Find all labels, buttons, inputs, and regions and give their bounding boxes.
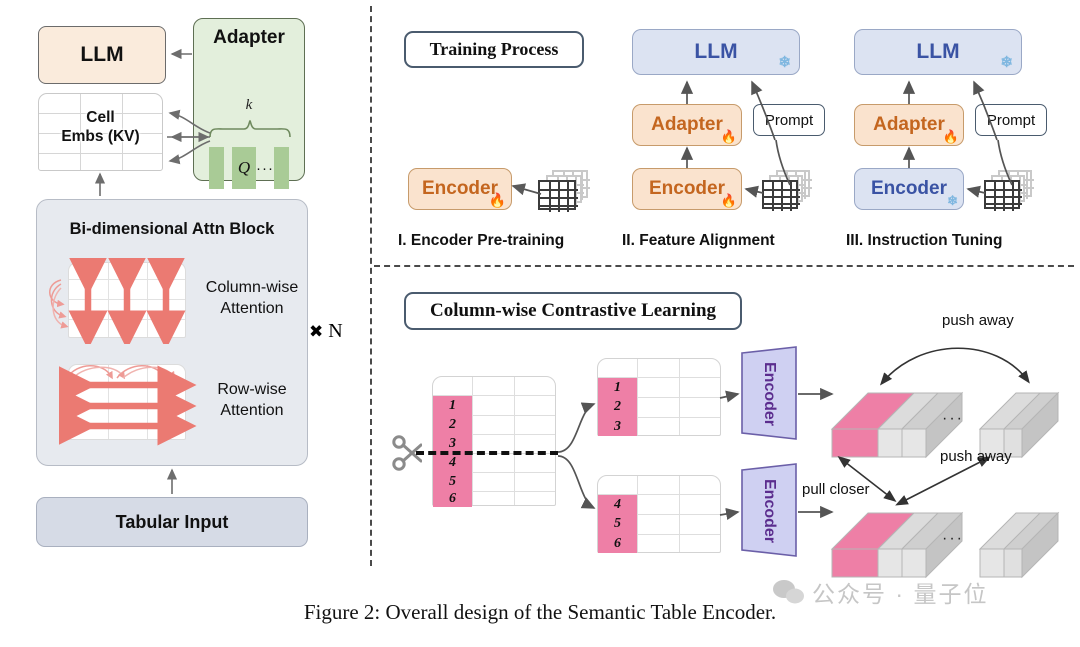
stage2-arrows [680, 80, 791, 198]
row-attention-arrows-icon [59, 365, 197, 446]
split-top-table: 1 2 3 [597, 358, 721, 436]
source-cell: 4 [433, 453, 472, 472]
source-table: 1 2 3 4 5 6 [432, 376, 556, 507]
training-process-title-label: Training Process [429, 39, 559, 59]
column-attention-arrows-icon [49, 258, 186, 344]
tabular-input-box: Tabular Input [36, 497, 308, 547]
bi-dimensional-attn-title: Bi-dimensional Attn Block [69, 220, 275, 238]
row-attention-label: Row-wise Attention [200, 380, 304, 422]
push-away-bottom-label: push away [940, 448, 1012, 465]
column-attention-label-line1: Column-wise [205, 279, 299, 296]
tabular-input-label: Tabular Input [115, 511, 229, 532]
repeat-symbol-icon: ✖ [309, 322, 324, 342]
stage3-label: III. Instruction Tuning [846, 232, 1003, 249]
source-cell: 1 [433, 396, 472, 415]
split-arrows [557, 402, 596, 509]
stage3-arrows [902, 80, 1013, 198]
stage1-encoder-box: Encoder 🔥 [408, 168, 512, 210]
push-away-top-label: push away [942, 312, 1014, 329]
stage1-table-stack-icon [538, 170, 590, 212]
bi-dimensional-attn-block: Bi-dimensional Attn Block Column-wise At… [36, 199, 308, 466]
figure-caption: Figure 2: Overall design of the Semantic… [0, 600, 1080, 625]
stage1-label: I. Encoder Pre-training [398, 232, 565, 249]
cut-dashed-line [416, 451, 558, 455]
split-bottom-table: 4 5 6 [597, 475, 721, 553]
repeat-n-label: N [328, 320, 343, 342]
svg-text:···: ··· [942, 410, 964, 427]
source-cell: 6 [433, 491, 472, 507]
pull-closer-label: pull closer [802, 481, 870, 498]
horizontal-divider [374, 265, 1074, 267]
column-attention-label: Column-wise Attention [200, 278, 304, 320]
stage1-arrow [511, 183, 542, 196]
source-cell: 5 [433, 472, 472, 491]
contrastive-section-title: Column-wise Contrastive Learning [404, 292, 742, 330]
figure-caption-text: Figure 2: Overall design of the Semantic… [303, 600, 777, 624]
figure-root: LLM Adapter k Q ··· Cell Embs (KV) Bi-di… [0, 0, 1080, 647]
column-attention-label-line2: Attention [220, 299, 284, 317]
vertical-divider [370, 6, 372, 566]
stage1-encoder-label: Encoder [421, 178, 499, 199]
row-attention-label-line2: Attention [220, 401, 284, 419]
row-attention-label-line1: Row-wise [217, 381, 287, 398]
repeat-n-marker: ✖ N [309, 320, 343, 343]
contrastive-section-title-label: Column-wise Contrastive Learning [429, 300, 717, 321]
fire-icon: 🔥 [488, 192, 506, 208]
source-cell: 2 [433, 415, 472, 434]
stage2-label: II. Feature Alignment [622, 232, 775, 249]
training-process-title: Training Process [404, 31, 584, 68]
